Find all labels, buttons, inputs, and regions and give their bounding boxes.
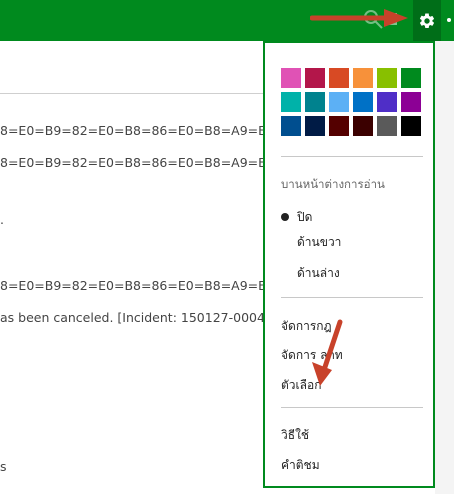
message-snippet[interactable]: s [0, 458, 264, 476]
reading-pane-option-off[interactable]: ปิด [297, 209, 312, 225]
theme-color-swatch[interactable] [353, 116, 373, 136]
top-navigation-bar [0, 0, 454, 41]
theme-color-swatch[interactable] [377, 92, 397, 112]
overflow-glyph [447, 18, 451, 22]
message-snippet[interactable]: 8=E0=B9=82=E0=B8=86=E0=B8=A9=E... [0, 154, 264, 172]
menu-divider [281, 156, 423, 157]
theme-color-swatch[interactable] [305, 68, 325, 88]
gear-icon [419, 12, 435, 28]
message-snippet[interactable]: . [0, 211, 264, 229]
theme-color-swatch[interactable] [305, 116, 325, 136]
theme-color-swatch[interactable] [401, 68, 421, 88]
reading-pane-option-bottom[interactable]: ด้านล่าง [297, 265, 340, 281]
manage-rules-item[interactable]: จัดการกฎ [281, 318, 332, 334]
scroll-gutter [435, 41, 454, 494]
menu-divider [281, 297, 423, 298]
help-item[interactable]: วิธีใช้ [281, 427, 309, 443]
message-snippet[interactable]: as been canceled. [Incident: 150127-0004… [0, 309, 264, 327]
theme-color-swatch[interactable] [329, 92, 349, 112]
search-icon[interactable] [362, 8, 384, 30]
menu-divider [281, 407, 423, 408]
theme-color-swatch[interactable] [377, 116, 397, 136]
selected-bullet-icon [281, 213, 289, 221]
theme-color-swatch[interactable] [281, 92, 301, 112]
feedback-item[interactable]: คำติชม [281, 457, 320, 473]
theme-color-swatch[interactable] [329, 116, 349, 136]
theme-color-swatch[interactable] [377, 68, 397, 88]
list-header-divider [0, 93, 264, 94]
settings-button[interactable] [413, 0, 441, 41]
options-item[interactable]: ตัวเลือก [281, 377, 321, 393]
theme-color-swatch[interactable] [401, 116, 421, 136]
message-snippet[interactable]: 8=E0=B9=82=E0=B8=86=E0=B8=A9=E0= [0, 122, 264, 140]
theme-color-swatch[interactable] [353, 92, 373, 112]
theme-color-swatch[interactable] [329, 68, 349, 88]
theme-color-swatch[interactable] [353, 68, 373, 88]
theme-color-swatch[interactable] [401, 92, 421, 112]
manage-addins-item[interactable]: จัดการ ลุกท [281, 347, 343, 363]
divider-glyph [389, 13, 397, 25]
settings-dropdown-panel: บานหน้าต่างการอ่าน ปิด ด้านขวา ด้านล่าง … [263, 41, 435, 488]
reading-pane-heading: บานหน้าต่างการอ่าน [281, 177, 385, 191]
reading-pane-option-right[interactable]: ด้านขวา [297, 234, 341, 250]
message-snippet[interactable]: 8=E0=B9=82=E0=B8=86=E0=B8=A9=E... [0, 277, 264, 295]
theme-color-swatch[interactable] [281, 68, 301, 88]
theme-color-swatch[interactable] [305, 92, 325, 112]
theme-color-swatch[interactable] [281, 116, 301, 136]
theme-color-picker [281, 68, 425, 136]
